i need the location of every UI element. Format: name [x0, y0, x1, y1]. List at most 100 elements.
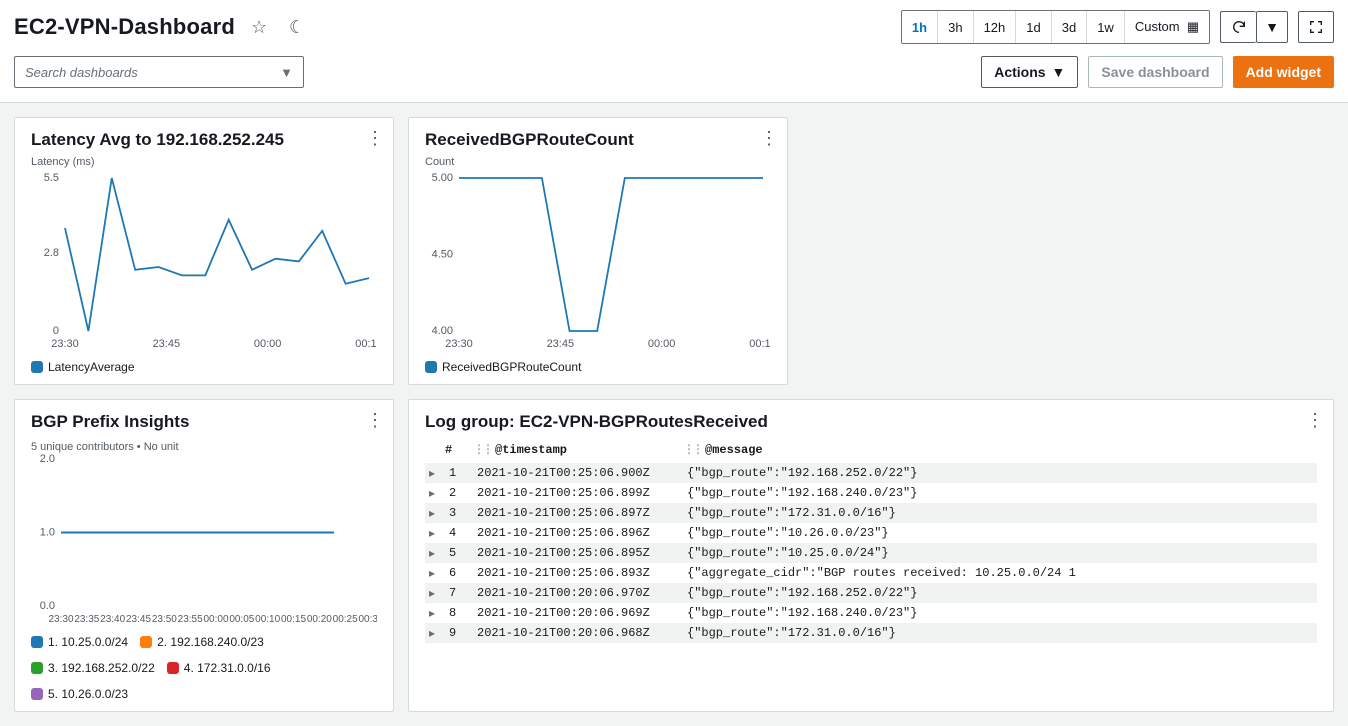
legend-item: 2. 192.168.240.0/23	[140, 635, 264, 649]
svg-text:23:35: 23:35	[74, 614, 99, 625]
table-row[interactable]: ▸32021-10-21T00:25:06.897Z{"bgp_route":"…	[425, 503, 1317, 523]
svg-text:0.0: 0.0	[40, 600, 55, 612]
row-index: 5	[445, 543, 473, 563]
actions-button[interactable]: Actions ▼	[981, 56, 1078, 88]
row-index: 9	[445, 623, 473, 643]
legend-item: LatencyAverage	[31, 360, 135, 374]
expand-row-icon[interactable]: ▸	[425, 543, 445, 563]
row-index: 2	[445, 483, 473, 503]
y-axis-label: Latency (ms)	[31, 156, 377, 168]
expand-row-icon[interactable]: ▸	[425, 603, 445, 623]
widget-title: ReceivedBGPRouteCount	[425, 130, 771, 150]
widget-menu-button[interactable]: ⋮	[361, 124, 389, 152]
widget-menu-button[interactable]: ⋮	[361, 406, 389, 434]
row-message: {"bgp_route":"172.31.0.0/16"}	[683, 503, 1317, 523]
legend-item: 5. 10.26.0.0/23	[31, 687, 128, 701]
favorite-icon[interactable]: ☆	[245, 13, 273, 41]
page-title: EC2-VPN-Dashboard	[14, 14, 235, 40]
row-index: 7	[445, 583, 473, 603]
row-timestamp: 2021-10-21T00:20:06.969Z	[473, 603, 683, 623]
widget-menu-button[interactable]: ⋮	[1301, 406, 1329, 434]
refresh-button[interactable]	[1220, 11, 1256, 43]
row-timestamp: 2021-10-21T00:20:06.968Z	[473, 623, 683, 643]
widget-logs: ⋮ Log group: EC2-VPN-BGPRoutesReceived #…	[408, 399, 1334, 712]
row-index: 8	[445, 603, 473, 623]
table-row[interactable]: ▸72021-10-21T00:20:06.970Z{"bgp_route":"…	[425, 583, 1317, 603]
range-1d[interactable]: 1d	[1016, 11, 1051, 43]
svg-text:00:20: 00:20	[307, 614, 332, 625]
range-3d[interactable]: 3d	[1052, 11, 1087, 43]
column-message[interactable]: ⋮⋮@message	[683, 438, 1317, 463]
svg-text:00:25: 00:25	[333, 614, 358, 625]
svg-text:23:30: 23:30	[48, 614, 73, 625]
dark-mode-icon[interactable]: ☾	[283, 13, 311, 41]
expand-row-icon[interactable]: ▸	[425, 583, 445, 603]
save-button[interactable]: Save dashboard	[1088, 56, 1222, 88]
legend-item: 1. 10.25.0.0/24	[31, 635, 128, 649]
svg-text:23:30: 23:30	[445, 338, 473, 350]
table-row[interactable]: ▸12021-10-21T00:25:06.900Z{"bgp_route":"…	[425, 463, 1317, 483]
svg-text:23:55: 23:55	[178, 614, 203, 625]
table-row[interactable]: ▸62021-10-21T00:25:06.893Z{"aggregate_ci…	[425, 563, 1317, 583]
search-input[interactable]: Search dashboards ▼	[14, 56, 304, 88]
row-message: {"bgp_route":"172.31.0.0/16"}	[683, 623, 1317, 643]
row-timestamp: 2021-10-21T00:25:06.893Z	[473, 563, 683, 583]
range-1h[interactable]: 1h	[902, 11, 938, 43]
widget-menu-button[interactable]: ⋮	[755, 124, 783, 152]
svg-text:00:00: 00:00	[254, 338, 282, 350]
range-3h[interactable]: 3h	[938, 11, 973, 43]
expand-row-icon[interactable]: ▸	[425, 563, 445, 583]
row-message: {"bgp_route":"10.26.0.0/23"}	[683, 523, 1317, 543]
svg-text:00:00: 00:00	[203, 614, 228, 625]
row-index: 6	[445, 563, 473, 583]
table-row[interactable]: ▸22021-10-21T00:25:06.899Z{"bgp_route":"…	[425, 483, 1317, 503]
table-row[interactable]: ▸52021-10-21T00:25:06.895Z{"bgp_route":"…	[425, 543, 1317, 563]
refresh-dropdown[interactable]: ▼	[1256, 11, 1288, 43]
range-12h[interactable]: 12h	[974, 11, 1017, 43]
row-timestamp: 2021-10-21T00:25:06.899Z	[473, 483, 683, 503]
table-row[interactable]: ▸42021-10-21T00:25:06.896Z{"bgp_route":"…	[425, 523, 1317, 543]
svg-text:1.0: 1.0	[40, 527, 55, 539]
row-index: 4	[445, 523, 473, 543]
table-row[interactable]: ▸82021-10-21T00:20:06.969Z{"bgp_route":"…	[425, 603, 1317, 623]
expand-row-icon[interactable]: ▸	[425, 623, 445, 643]
add-widget-button[interactable]: Add widget	[1233, 56, 1334, 88]
svg-text:00:15: 00:15	[355, 338, 377, 350]
y-axis-label: Count	[425, 156, 771, 168]
row-message: {"bgp_route":"192.168.252.0/22"}	[683, 463, 1317, 483]
row-message: {"bgp_route":"192.168.240.0/23"}	[683, 603, 1317, 623]
row-message: {"aggregate_cidr":"BGP routes received: …	[683, 563, 1317, 583]
row-index: 1	[445, 463, 473, 483]
column-timestamp[interactable]: ⋮⋮@timestamp	[473, 438, 683, 463]
svg-text:23:50: 23:50	[152, 614, 177, 625]
chart-canvas: 0.01.02.023:3023:3523:4023:4523:5023:550…	[31, 453, 377, 628]
svg-text:5.00: 5.00	[432, 172, 453, 184]
fullscreen-button[interactable]	[1298, 11, 1334, 43]
expand-icon	[1308, 19, 1324, 35]
row-timestamp: 2021-10-21T00:25:06.896Z	[473, 523, 683, 543]
table-row[interactable]: ▸92021-10-21T00:20:06.968Z{"bgp_route":"…	[425, 623, 1317, 643]
widget-bgp-prefix: ⋮ BGP Prefix Insights 5 unique contribut…	[14, 399, 394, 712]
expand-row-icon[interactable]: ▸	[425, 523, 445, 543]
search-placeholder: Search dashboards	[25, 65, 138, 80]
svg-text:00:30: 00:30	[358, 614, 377, 625]
chevron-down-icon: ▼	[280, 65, 293, 80]
svg-text:2.0: 2.0	[40, 453, 55, 465]
range-custom[interactable]: Custom ▦	[1125, 11, 1209, 43]
range-1w[interactable]: 1w	[1087, 11, 1125, 43]
refresh-icon	[1231, 19, 1247, 35]
calendar-icon: ▦	[1187, 19, 1199, 34]
widget-title: BGP Prefix Insights	[31, 412, 377, 432]
row-message: {"bgp_route":"192.168.240.0/23"}	[683, 483, 1317, 503]
svg-text:23:30: 23:30	[51, 338, 79, 350]
expand-row-icon[interactable]: ▸	[425, 483, 445, 503]
svg-text:00:05: 00:05	[229, 614, 254, 625]
column-index[interactable]: #	[445, 438, 473, 463]
expand-row-icon[interactable]: ▸	[425, 463, 445, 483]
expand-row-icon[interactable]: ▸	[425, 503, 445, 523]
legend-item: 3. 192.168.252.0/22	[31, 661, 155, 675]
row-timestamp: 2021-10-21T00:25:06.900Z	[473, 463, 683, 483]
svg-text:0: 0	[53, 325, 59, 337]
time-range-toggle[interactable]: 1h3h12h1d3d1wCustom ▦	[901, 10, 1210, 44]
svg-text:23:45: 23:45	[547, 338, 575, 350]
